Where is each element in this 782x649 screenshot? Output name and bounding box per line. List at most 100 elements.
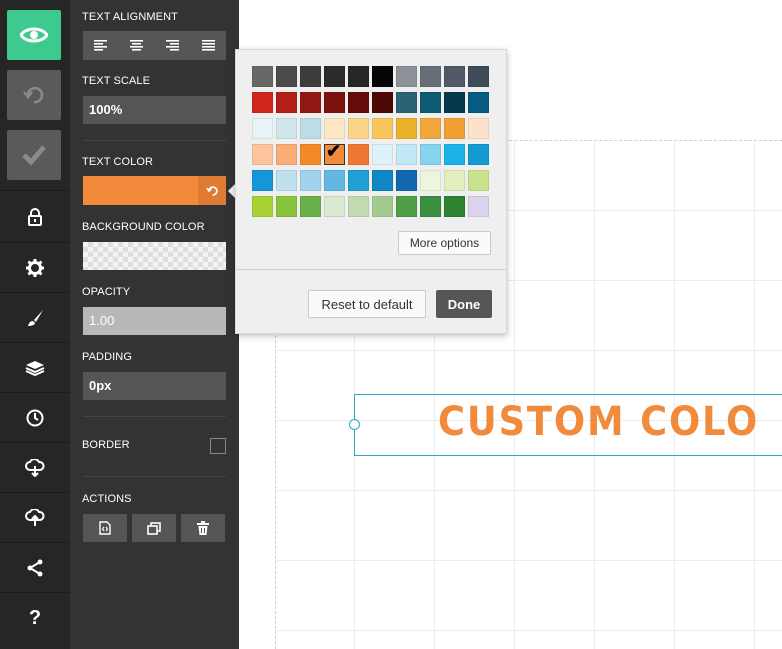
color-swatch[interactable] [348,118,369,139]
eye-icon [20,27,48,43]
color-swatch[interactable] [276,118,297,139]
color-swatch[interactable] [252,196,273,217]
color-swatch[interactable] [420,196,441,217]
color-swatch[interactable] [300,66,321,87]
color-swatch[interactable] [444,118,465,139]
color-swatch[interactable] [372,66,393,87]
color-swatch[interactable] [420,66,441,87]
color-swatch[interactable] [252,66,273,87]
layers-button[interactable] [0,343,70,393]
settings-button[interactable] [0,243,70,293]
text-color-reset-button[interactable] [198,176,226,205]
duplicate-icon [147,521,161,535]
align-left-button[interactable] [83,31,119,60]
share-button[interactable] [0,543,70,593]
color-swatch[interactable] [372,118,393,139]
color-swatch[interactable]: ✔ [324,141,345,165]
padding-input[interactable]: 0px [83,372,226,400]
color-swatch[interactable] [324,66,345,87]
palette-row [252,170,492,193]
resize-handle[interactable] [349,419,360,430]
lock-button[interactable] [0,192,70,242]
color-swatch[interactable] [444,170,465,191]
color-swatch[interactable] [348,66,369,87]
color-swatch[interactable] [276,66,297,87]
color-swatch[interactable] [324,196,345,217]
color-swatch[interactable] [372,92,393,113]
color-swatch[interactable] [324,92,345,113]
color-swatch[interactable] [300,92,321,113]
color-swatch[interactable] [396,170,417,191]
color-swatch[interactable] [444,196,465,217]
style-button[interactable] [0,293,70,343]
text-color-swatch[interactable] [83,176,226,205]
color-swatch[interactable] [468,66,489,87]
color-swatch[interactable] [372,196,393,217]
color-swatch[interactable] [420,144,441,165]
color-swatch[interactable] [300,144,321,165]
color-swatch[interactable] [444,92,465,113]
color-swatch[interactable] [396,92,417,113]
preview-button[interactable] [7,10,61,60]
color-swatch[interactable] [420,170,441,191]
help-button[interactable]: ? [0,593,70,643]
color-swatch[interactable] [252,118,273,139]
color-swatch[interactable] [276,144,297,165]
color-swatch[interactable] [348,170,369,191]
background-color-label: BACKGROUND COLOR [82,221,205,233]
color-swatch[interactable] [396,118,417,139]
align-justify-button[interactable] [190,31,226,60]
color-swatch[interactable] [324,118,345,139]
color-swatch[interactable] [276,196,297,217]
color-swatch[interactable] [276,170,297,191]
align-right-button[interactable] [155,31,191,60]
more-options-button[interactable]: More options [398,231,491,255]
border-checkbox[interactable] [210,438,226,454]
history-button[interactable] [0,393,70,443]
undo-button[interactable] [7,70,61,120]
layers-icon [25,361,45,376]
color-swatch[interactable] [468,144,489,165]
panel-divider [83,476,226,477]
text-scale-input[interactable]: 100% [83,96,226,124]
color-swatch[interactable] [348,92,369,113]
color-swatch[interactable] [252,170,273,191]
reset-to-default-button[interactable]: Reset to default [308,290,426,318]
color-swatch[interactable] [276,92,297,113]
opacity-input[interactable]: 1.00 [83,307,226,335]
download-button[interactable] [0,443,70,493]
color-swatch[interactable] [324,170,345,191]
color-swatch[interactable] [420,118,441,139]
color-swatch[interactable] [396,196,417,217]
selected-text-element[interactable]: CUSTOM COLO [349,394,782,456]
color-swatch[interactable] [396,66,417,87]
color-swatch[interactable] [300,118,321,139]
color-swatch[interactable] [444,144,465,165]
color-swatch[interactable] [468,92,489,113]
color-swatch[interactable] [396,144,417,165]
color-swatch[interactable] [468,196,489,217]
color-swatch[interactable] [252,144,273,165]
color-swatch[interactable] [468,170,489,191]
color-swatch[interactable] [348,196,369,217]
color-swatch[interactable] [348,144,369,165]
text-alignment-label: TEXT ALIGNMENT [82,11,178,23]
color-swatch[interactable] [444,66,465,87]
delete-button[interactable] [181,514,225,542]
help-icon: ? [28,606,42,629]
edit-code-button[interactable] [83,514,127,542]
duplicate-button[interactable] [132,514,176,542]
upload-button[interactable] [0,493,70,543]
color-swatch[interactable] [420,92,441,113]
color-swatch[interactable] [300,196,321,217]
done-button[interactable]: Done [436,290,492,318]
color-swatch[interactable] [252,92,273,113]
background-color-swatch[interactable] [83,242,226,270]
color-swatch[interactable] [300,170,321,191]
align-center-button[interactable] [119,31,155,60]
grid-line [275,630,782,631]
color-swatch[interactable] [372,144,393,165]
color-swatch[interactable] [468,118,489,139]
apply-button[interactable] [7,130,61,180]
color-swatch[interactable] [372,170,393,191]
